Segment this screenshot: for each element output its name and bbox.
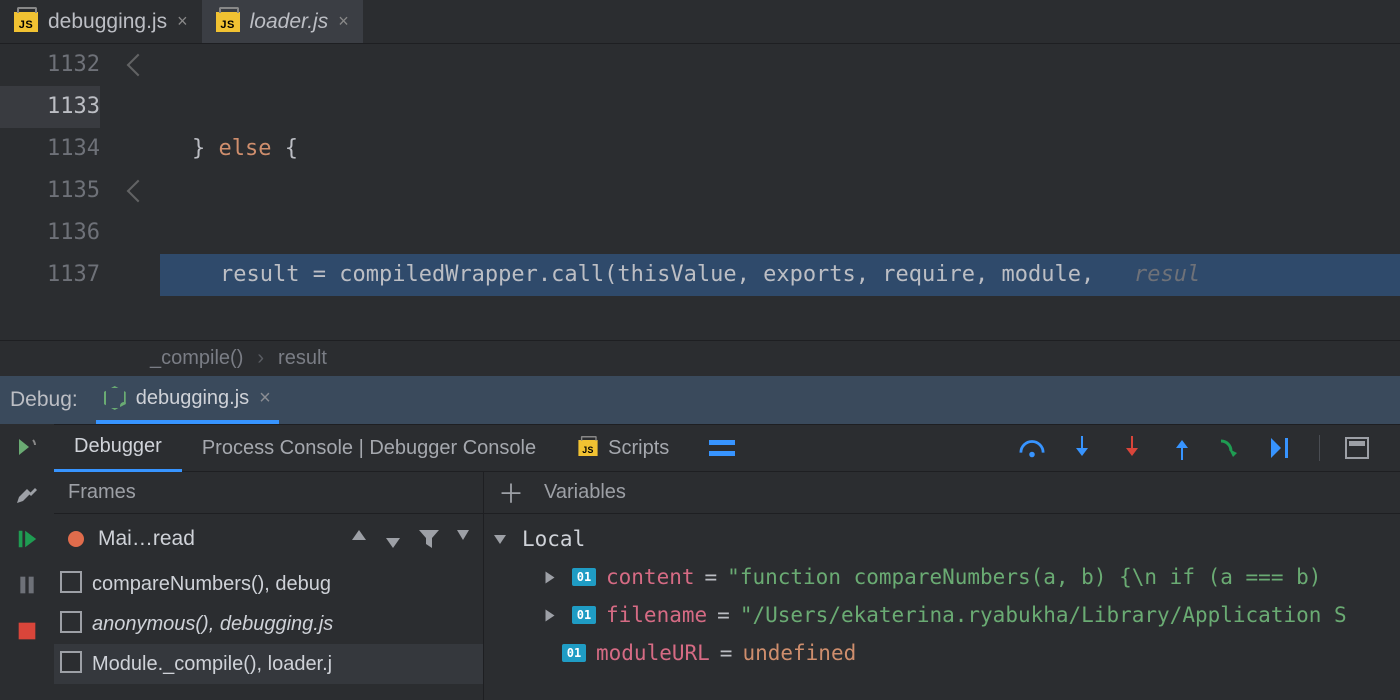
js-file-icon: JS [216, 12, 240, 32]
fold-toggle-icon[interactable] [127, 180, 150, 203]
chevron-right-icon: › [257, 347, 264, 370]
tab-process-console[interactable]: Process Console | Debugger Console [182, 424, 556, 472]
close-icon[interactable]: × [338, 11, 349, 32]
stack-frame-icon [64, 655, 82, 673]
stack-frame-icon [64, 615, 82, 633]
stack-frame-icon [64, 575, 82, 593]
nodejs-icon [104, 386, 126, 410]
fold-column[interactable] [130, 44, 160, 340]
stack-frame[interactable]: compareNumbers(), debug [54, 564, 483, 604]
debug-label: Debug: [10, 388, 78, 412]
value-type-icon: 01 [562, 644, 586, 662]
variable-row[interactable]: 01 moduleURL = undefined [492, 634, 1392, 672]
js-file-icon: JS [14, 12, 38, 32]
code-area[interactable]: } else { result = compiledWrapper.call(t… [160, 44, 1400, 340]
tab-debugger[interactable]: Debugger [54, 424, 182, 472]
add-watch-button[interactable]: ＋ [498, 474, 524, 511]
line-number[interactable]: 1134 [0, 128, 100, 170]
resume-button[interactable] [14, 526, 40, 552]
variable-row[interactable]: 01 filename = "/Users/ekaterina.ryabukha… [492, 596, 1392, 634]
debugger-toolbar: Debugger Process Console | Debugger Cons… [54, 424, 1400, 472]
editor-tab-loader[interactable]: JS loader.js × [202, 0, 363, 43]
debugger-body: Frames Mai…read compareNumbers(), debug [54, 472, 1400, 700]
js-file-icon: JS [579, 440, 598, 456]
chevron-right-icon[interactable] [546, 609, 555, 621]
debugger-subtabs: Debugger Process Console | Debugger Cons… [54, 424, 689, 472]
stop-button[interactable] [14, 618, 40, 644]
breadcrumb[interactable]: _compile() › result [0, 340, 1400, 376]
code-line[interactable]: } else { [160, 128, 1400, 170]
line-number[interactable]: 1137 [0, 254, 100, 296]
line-number[interactable]: 1133 [0, 86, 100, 128]
breadcrumb-item[interactable]: result [278, 347, 327, 370]
layout-toggle-icon[interactable] [709, 435, 735, 461]
pause-button[interactable] [14, 572, 40, 598]
value-type-icon: 01 [572, 568, 596, 586]
fold-toggle-icon[interactable] [127, 54, 150, 77]
close-icon[interactable]: × [177, 11, 188, 32]
chevron-down-icon[interactable] [494, 535, 506, 544]
variable-scope[interactable]: Local [492, 520, 1392, 558]
frames-panel: Frames Mai…read compareNumbers(), debug [54, 472, 484, 700]
breadcrumb-item[interactable]: _compile() [150, 347, 243, 370]
force-step-into-button[interactable] [1119, 435, 1145, 461]
code-line-current[interactable]: result = compiledWrapper.call(thisValue,… [160, 254, 1400, 296]
line-number[interactable]: 1135 [0, 170, 100, 212]
step-out-button[interactable] [1169, 435, 1195, 461]
run-to-cursor-button[interactable] [1219, 435, 1245, 461]
prev-frame-button[interactable] [351, 530, 367, 548]
debug-run-config-label: debugging.js [136, 387, 249, 410]
variables-header: ＋ Variables [484, 472, 1400, 514]
code-editor[interactable]: 1132 1133 1134 1135 1136 1137 } else { r… [0, 44, 1400, 340]
frames-header: Frames [54, 472, 483, 514]
chevron-right-icon[interactable] [546, 571, 555, 583]
next-frame-button[interactable] [385, 530, 401, 548]
step-actions [1019, 435, 1400, 461]
line-number[interactable]: 1136 [0, 212, 100, 254]
thread-name: Mai…read [98, 527, 195, 551]
editor-tab-debugging[interactable]: JS debugging.js × [0, 0, 202, 43]
drop-frame-button[interactable] [1269, 435, 1295, 461]
step-over-button[interactable] [1019, 435, 1045, 461]
filter-frames-button[interactable] [419, 530, 439, 548]
stack-frame[interactable]: Module._compile(), loader.j [54, 644, 483, 684]
settings-button[interactable] [14, 480, 40, 506]
editor-tabs: JS debugging.js × JS loader.js × [0, 0, 1400, 44]
editor-tab-label: loader.js [250, 10, 329, 34]
step-into-button[interactable] [1069, 435, 1095, 461]
evaluate-expression-button[interactable] [1344, 435, 1370, 461]
rerun-button[interactable] [14, 434, 40, 460]
line-number[interactable]: 1132 [0, 44, 100, 86]
variables-panel: ＋ Variables Local 01 content = "function… [484, 472, 1400, 700]
variables-tree[interactable]: Local 01 content = "function compareNumb… [484, 514, 1400, 678]
value-type-icon: 01 [572, 606, 596, 624]
frames-more-button[interactable] [457, 530, 469, 548]
close-icon[interactable]: × [259, 387, 271, 410]
editor-tab-label: debugging.js [48, 10, 167, 34]
frame-list: compareNumbers(), debug anonymous(), deb… [54, 564, 483, 684]
thread-status-icon [68, 531, 84, 547]
thread-selector[interactable]: Mai…read [54, 514, 483, 564]
debug-run-config-tab[interactable]: debugging.js × [96, 376, 279, 424]
tab-scripts[interactable]: JS Scripts [556, 424, 689, 472]
variable-row[interactable]: 01 content = "function compareNumbers(a,… [492, 558, 1392, 596]
debug-side-toolbar [0, 424, 54, 700]
debug-toolwindow-header: Debug: debugging.js × [0, 376, 1400, 424]
stack-frame[interactable]: anonymous(), debugging.js [54, 604, 483, 644]
gutter[interactable]: 1132 1133 1134 1135 1136 1137 [0, 44, 130, 340]
